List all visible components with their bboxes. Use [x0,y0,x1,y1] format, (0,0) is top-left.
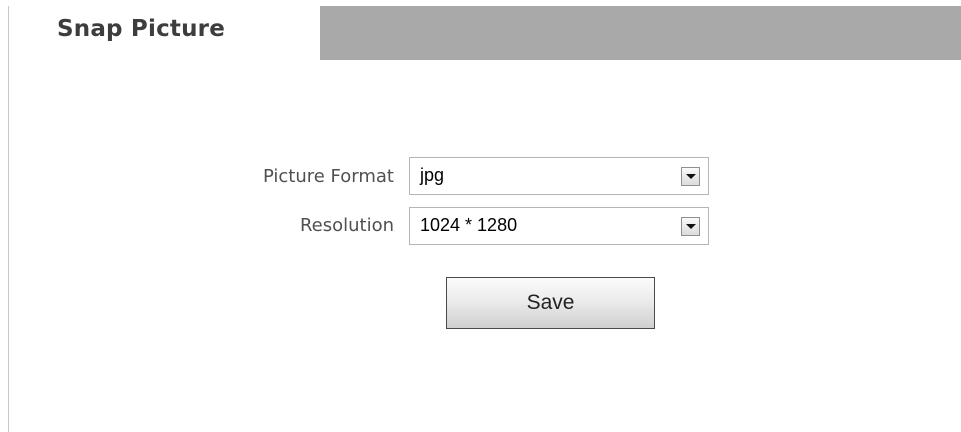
picture-format-value: jpg [420,165,445,185]
tab-snap-picture[interactable]: Snap Picture [9,6,320,60]
snap-picture-panel: Snap Picture Picture Format jpg Resoluti… [8,6,961,432]
resolution-select[interactable]: 1024 * 1280 [409,207,709,245]
resolution-label: Resolution [299,215,394,236]
tab-bar: Snap Picture [9,6,961,60]
picture-format-label: Picture Format [262,166,394,187]
save-button[interactable]: Save [446,277,655,329]
tab-label: Snap Picture [57,16,226,42]
chevron-down-icon[interactable] [681,167,700,186]
picture-format-select[interactable]: jpg [409,157,709,195]
resolution-value: 1024 * 1280 [420,215,518,235]
chevron-down-icon[interactable] [681,217,700,236]
